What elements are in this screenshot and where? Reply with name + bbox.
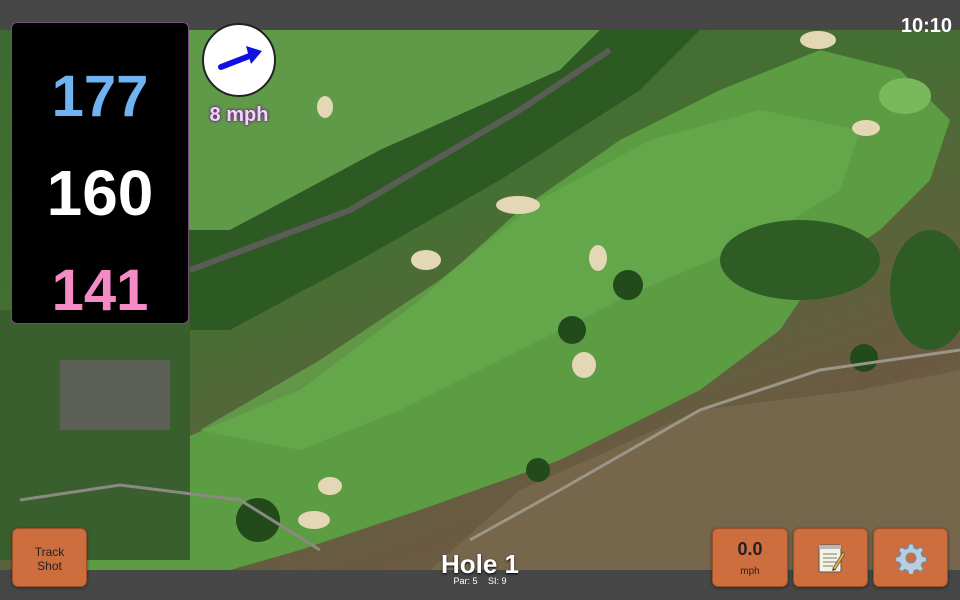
- track-shot-label-line2: Shot: [37, 559, 62, 573]
- distance-panel: 177 160 141: [11, 22, 189, 324]
- par-label: Par: 5: [453, 576, 478, 586]
- front-distance: 141: [51, 258, 149, 323]
- arrow-icon: [218, 46, 262, 70]
- clock: 10:10: [900, 15, 952, 37]
- back-distance: 177: [51, 64, 149, 129]
- middle-distance: 160: [46, 157, 154, 229]
- track-shot-button[interactable]: Track Shot: [12, 528, 87, 587]
- wind-direction-indicator[interactable]: [202, 23, 276, 97]
- track-shot-label-line1: Track: [34, 545, 65, 559]
- stroke-index-label: SI: 9: [488, 576, 507, 586]
- notepad-icon: [818, 544, 845, 572]
- speed-button[interactable]: 0.0 mph: [712, 528, 788, 587]
- speed-unit: mph: [740, 566, 760, 577]
- hole-details: Par: 5 SI: 9: [400, 576, 560, 586]
- settings-button[interactable]: [873, 528, 948, 587]
- speed-value: 0.0: [737, 539, 763, 559]
- notes-button[interactable]: [793, 528, 868, 587]
- gear-icon: [894, 543, 927, 574]
- wind-speed: 8 mph: [209, 104, 269, 126]
